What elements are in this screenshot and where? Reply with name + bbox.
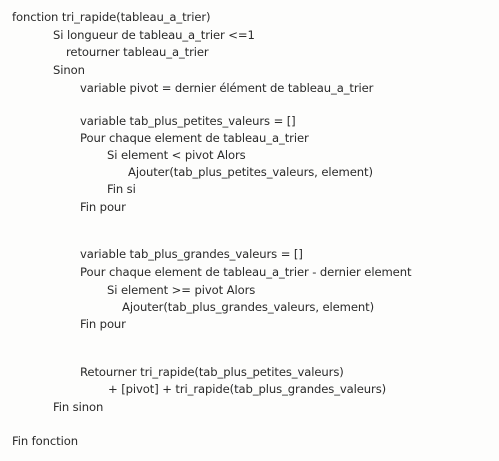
code-line-end-for-small: Fin pour bbox=[80, 200, 126, 214]
code-line-end-else: Fin sinon bbox=[53, 400, 104, 414]
code-line-else: Sinon bbox=[53, 63, 85, 77]
code-line-end-for-large: Fin pour bbox=[80, 317, 126, 331]
code-line-function-header: fonction tri_rapide(tableau_a_trier) bbox=[12, 10, 211, 24]
code-line-end-if: Fin si bbox=[107, 182, 136, 196]
code-line-return-array: retourner tableau_a_trier bbox=[66, 45, 209, 59]
code-line-if-length: Si longueur de tableau_a_trier <=1 bbox=[53, 28, 255, 42]
code-line-if-less: Si element < pivot Alors bbox=[107, 148, 246, 162]
code-line-for-each-small: Pour chaque element de tableau_a_trier bbox=[80, 131, 309, 145]
code-line-add-small: Ajouter(tab_plus_petites_valeurs, elemen… bbox=[128, 165, 373, 179]
pseudocode-document: fonction tri_rapide(tableau_a_trier) Si … bbox=[0, 0, 499, 461]
code-line-return-concat: + [pivot] + tri_rapide(tab_plus_grandes_… bbox=[108, 382, 387, 396]
code-line-end-function: Fin fonction bbox=[12, 434, 78, 448]
code-line-return-recursive: Retourner tri_rapide(tab_plus_petites_va… bbox=[80, 365, 344, 379]
code-line-pivot: variable pivot = dernier élément de tabl… bbox=[80, 81, 374, 95]
code-line-large-array: variable tab_plus_grandes_valeurs = [] bbox=[80, 247, 303, 261]
code-line-for-each-large: Pour chaque element de tableau_a_trier -… bbox=[80, 265, 412, 279]
code-line-if-greater: Si element >= pivot Alors bbox=[107, 283, 256, 297]
code-line-small-array: variable tab_plus_petites_valeurs = [] bbox=[80, 114, 296, 128]
code-line-add-large: Ajouter(tab_plus_grandes_valeurs, elemen… bbox=[122, 300, 375, 314]
